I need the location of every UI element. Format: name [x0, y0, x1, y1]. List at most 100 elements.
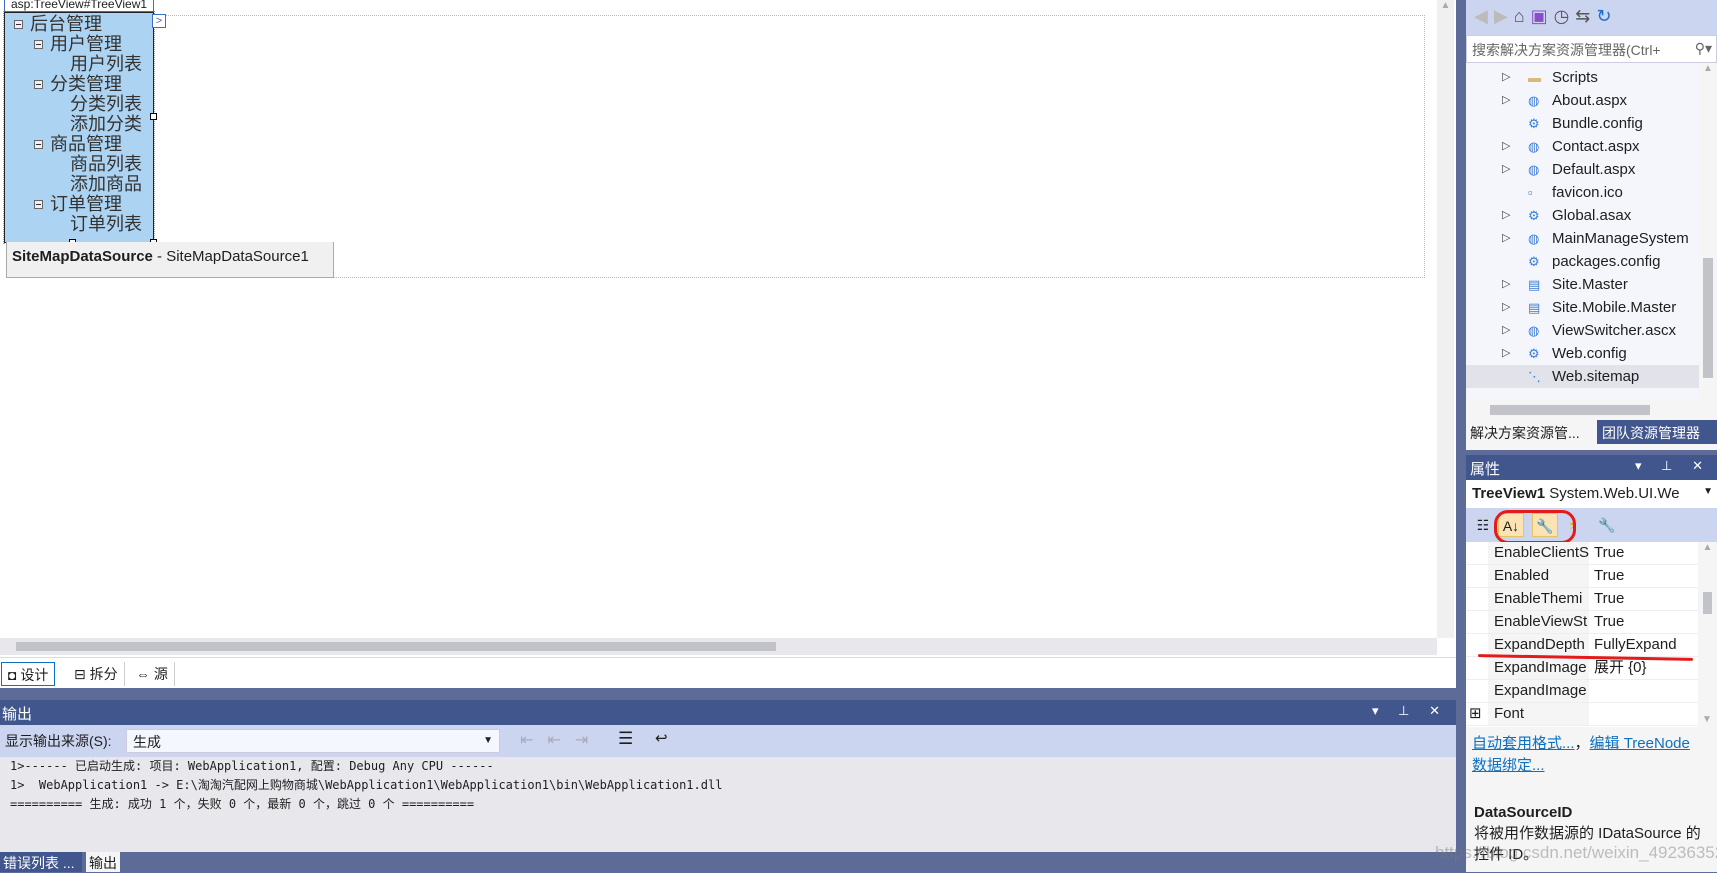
expand-arrow-icon[interactable]: ▷	[1502, 135, 1510, 158]
panel-window-controls[interactable]: ▾ ⊥ ✕	[1635, 458, 1711, 474]
expand-arrow-icon[interactable]: ▷	[1502, 342, 1510, 365]
collapse-icon[interactable]	[34, 40, 43, 49]
property-value[interactable]: True	[1590, 611, 1624, 633]
auto-format-link[interactable]: 自动套用格式...	[1472, 735, 1575, 752]
tab-output[interactable]: 输出	[86, 852, 120, 872]
scroll-thumb[interactable]	[16, 642, 776, 651]
tree-node[interactable]: 订单列表	[70, 215, 142, 235]
vs-icon[interactable]: ▣	[1531, 6, 1554, 26]
solution-item[interactable]: ▷ ▤ Site.Master	[1466, 273, 1706, 296]
property-row[interactable]: EnableViewSt True	[1466, 611, 1698, 634]
property-row[interactable]: EnableThemi True	[1466, 588, 1698, 611]
edit-treenode-link[interactable]: 编辑 TreeNode	[1590, 735, 1690, 752]
collapse-icon[interactable]	[34, 200, 43, 209]
expand-arrow-icon[interactable]: ▷	[1502, 296, 1510, 319]
tab-solution-explorer[interactable]: 解决方案资源管...	[1466, 420, 1597, 444]
clear-all-icon[interactable]: ☰	[618, 729, 633, 749]
tab-design[interactable]: ◘ 设计	[1, 662, 56, 686]
treeview-control[interactable]: 后台管理 用户管理 用户列表 分类管理 分类列表 添加分类 商品管理 商品列表 添加商品 订单管理…	[3, 11, 155, 244]
output-text[interactable]: 1>------ 已启动生成: 项目: WebApplication1, 配置:…	[0, 757, 1456, 852]
object-selector[interactable]: TreeView1 System.Web.UI.We ▼	[1466, 480, 1717, 508]
page-body-outline	[155, 15, 1425, 278]
expand-arrow-icon[interactable]: ▷	[1502, 66, 1510, 89]
tree-node[interactable]: 订单管理	[50, 195, 122, 215]
tab-split[interactable]: ⊟ 拆分	[68, 662, 125, 686]
solution-item[interactable]: ▷ ▬ Scripts	[1466, 66, 1706, 89]
solution-item[interactable]: ⚙ Bundle.config	[1466, 112, 1706, 135]
categorized-icon[interactable]: ☷	[1470, 513, 1496, 537]
tree-node[interactable]: 添加分类	[70, 115, 142, 135]
output-toolbar: 显示输出来源(S): 生成 ▼ ⇤⇤⇥ ☰ ↩	[0, 725, 1456, 757]
property-value[interactable]: True	[1590, 542, 1624, 564]
output-source-select[interactable]: 生成 ▼	[126, 729, 500, 753]
tree-node[interactable]: 分类列表	[70, 95, 142, 115]
tree-node[interactable]: 商品列表	[70, 155, 142, 175]
tree-node[interactable]: 后台管理	[30, 15, 102, 35]
collapse-icon[interactable]	[14, 20, 23, 29]
back-icon[interactable]: ◀	[1474, 6, 1494, 26]
vertical-scrollbar[interactable]: ▲	[1437, 0, 1454, 638]
solution-item[interactable]: ▷ ▤ Site.Mobile.Master	[1466, 296, 1706, 319]
tree-node[interactable]: 用户列表	[70, 55, 142, 75]
expand-arrow-icon[interactable]: ▷	[1502, 204, 1510, 227]
forward-icon[interactable]: ▶	[1494, 6, 1514, 26]
tab-team-explorer[interactable]: 团队资源管理器	[1597, 420, 1717, 444]
tree-node[interactable]: 添加商品	[70, 175, 142, 195]
property-value[interactable]: FullyExpand	[1590, 634, 1677, 656]
panel-window-controls[interactable]: ▾ ⊥ ✕	[1372, 703, 1448, 719]
property-row[interactable]: ExpandImage 展开 {0}	[1466, 657, 1698, 680]
navigation-icons[interactable]: ⇤⇤⇥	[520, 730, 602, 750]
solution-item[interactable]: ▷ ◍ MainManageSystem	[1466, 227, 1706, 250]
property-value[interactable]: True	[1590, 588, 1624, 610]
property-value[interactable]: 展开 {0}	[1590, 657, 1647, 679]
solution-search-input[interactable]: 搜索解决方案资源管理器(Ctrl+ ⚲▾	[1466, 35, 1717, 63]
tab-source[interactable]: ⇔ 源	[130, 662, 175, 686]
tab-error-list[interactable]: 错误列表 ...	[0, 852, 82, 872]
vertical-scrollbar[interactable]: ▲ ▼	[1698, 542, 1717, 727]
collapse-icon[interactable]	[34, 140, 43, 149]
solution-item[interactable]: ▷ ◍ Default.aspx	[1466, 158, 1706, 181]
expand-arrow-icon[interactable]: ▷	[1502, 158, 1510, 181]
solution-item[interactable]: ▷ ⚙ Web.config	[1466, 342, 1706, 365]
expand-arrow-icon[interactable]: ▷	[1502, 319, 1510, 342]
data-bindings-link[interactable]: 数据绑定...	[1472, 757, 1545, 774]
smart-tag-button[interactable]: >	[152, 14, 166, 28]
expand-arrow-icon[interactable]: ▷	[1502, 227, 1510, 250]
history-icon[interactable]: ◷	[1554, 6, 1576, 26]
output-panel-header: 输出 ▾ ⊥ ✕	[0, 700, 1456, 725]
property-pages-icon[interactable]: 🔧	[1594, 513, 1620, 537]
resize-handle[interactable]	[150, 113, 157, 120]
solution-item[interactable]: ⋱ Web.sitemap	[1466, 365, 1706, 388]
home-icon[interactable]: ⌂	[1514, 6, 1531, 26]
solution-item[interactable]: ▫ favicon.ico	[1466, 181, 1706, 204]
property-row[interactable]: ExpandImage	[1466, 680, 1698, 703]
sync-icon[interactable]: ⇆	[1575, 6, 1596, 26]
solution-item[interactable]: ▷ ◍ ViewSwitcher.ascx	[1466, 319, 1706, 342]
design-surface[interactable]: 后台管理 用户管理 用户列表 分类管理 分类列表 添加分类 商品管理 商品列表 添加商品 订单管理…	[0, 0, 1456, 657]
sitemap-datasource-control[interactable]: SiteMapDataSource - SiteMapDataSource1	[6, 242, 334, 278]
solution-item[interactable]: ▷ ◍ About.aspx	[1466, 89, 1706, 112]
tree-node[interactable]: 分类管理	[50, 75, 122, 95]
refresh-icon[interactable]: ↻	[1596, 6, 1617, 26]
property-value[interactable]: True	[1590, 565, 1624, 587]
scroll-thumb[interactable]	[1490, 405, 1650, 415]
scroll-thumb[interactable]	[1703, 258, 1713, 378]
tree-node[interactable]: 商品管理	[50, 135, 122, 155]
collapse-icon[interactable]	[34, 80, 43, 89]
tree-node[interactable]: 用户管理	[50, 35, 122, 55]
horizontal-scrollbar[interactable]	[0, 638, 1437, 655]
property-row[interactable]: ⊞ Font	[1466, 703, 1698, 726]
expand-arrow-icon[interactable]: ▷	[1502, 273, 1510, 296]
solution-item[interactable]: ⚙ packages.config	[1466, 250, 1706, 273]
solution-item[interactable]: ▷ ◍ Contact.aspx	[1466, 135, 1706, 158]
property-row[interactable]: EnableClientS True	[1466, 542, 1698, 565]
scroll-down-icon[interactable]: ▼	[1702, 714, 1712, 725]
expand-plus-icon[interactable]: ⊞	[1469, 703, 1482, 725]
vertical-scrollbar[interactable]: ▲	[1699, 63, 1717, 400]
expand-arrow-icon[interactable]: ▷	[1502, 89, 1510, 112]
horizontal-scrollbar[interactable]	[1466, 400, 1717, 420]
property-row[interactable]: Enabled True	[1466, 565, 1698, 588]
word-wrap-icon[interactable]: ↩	[655, 729, 668, 747]
solution-item[interactable]: ▷ ⚙ Global.asax	[1466, 204, 1706, 227]
scroll-thumb[interactable]	[1703, 592, 1712, 614]
